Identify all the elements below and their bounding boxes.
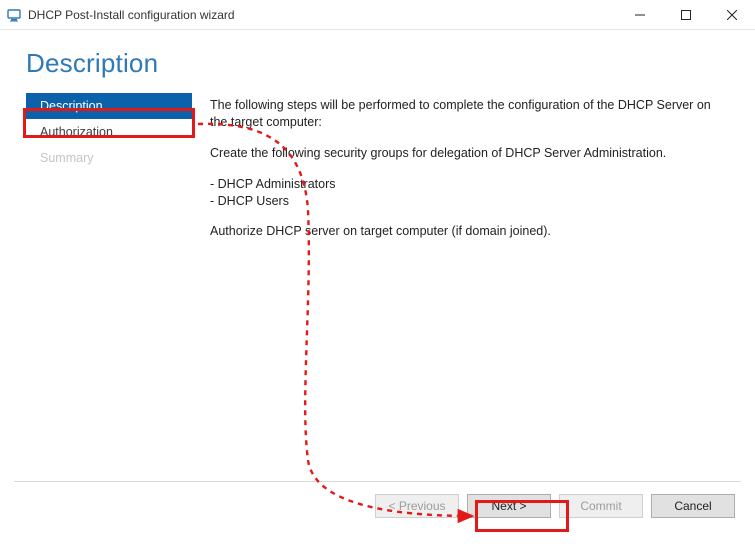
- previous-button: < Previous: [375, 494, 459, 518]
- nav-item-label: Summary: [40, 151, 93, 165]
- maximize-button[interactable]: [663, 0, 709, 29]
- content-group-list: - DHCP Administrators - DHCP Users: [210, 176, 729, 210]
- commit-button: Commit: [559, 494, 643, 518]
- nav-item-summary: Summary: [26, 145, 192, 171]
- nav-item-description[interactable]: Description: [26, 93, 192, 119]
- nav-item-label: Authorization: [40, 125, 113, 139]
- minimize-button[interactable]: [617, 0, 663, 29]
- content-intro: The following steps will be performed to…: [210, 97, 729, 131]
- nav-item-label: Description: [40, 99, 103, 113]
- content-authorize: Authorize DHCP server on target computer…: [210, 223, 729, 240]
- wizard-nav: Description Authorization Summary: [26, 93, 192, 481]
- page-header: Description: [0, 30, 755, 83]
- window-controls: [617, 0, 755, 29]
- page-title: Description: [26, 48, 755, 79]
- close-button[interactable]: [709, 0, 755, 29]
- content-groups-intro: Create the following security groups for…: [210, 145, 729, 162]
- wizard-content: The following steps will be performed to…: [192, 93, 729, 481]
- app-icon: [6, 7, 22, 23]
- next-button[interactable]: Next >: [467, 494, 551, 518]
- nav-item-authorization[interactable]: Authorization: [26, 119, 192, 145]
- content-group-1: - DHCP Administrators: [210, 176, 729, 193]
- content-group-2: - DHCP Users: [210, 193, 729, 210]
- wizard-footer: < Previous Next > Commit Cancel: [0, 482, 755, 518]
- window-title: DHCP Post-Install configuration wizard: [28, 8, 617, 22]
- title-bar: DHCP Post-Install configuration wizard: [0, 0, 755, 30]
- wizard-body: Description Authorization Summary The fo…: [0, 83, 755, 481]
- cancel-button[interactable]: Cancel: [651, 494, 735, 518]
